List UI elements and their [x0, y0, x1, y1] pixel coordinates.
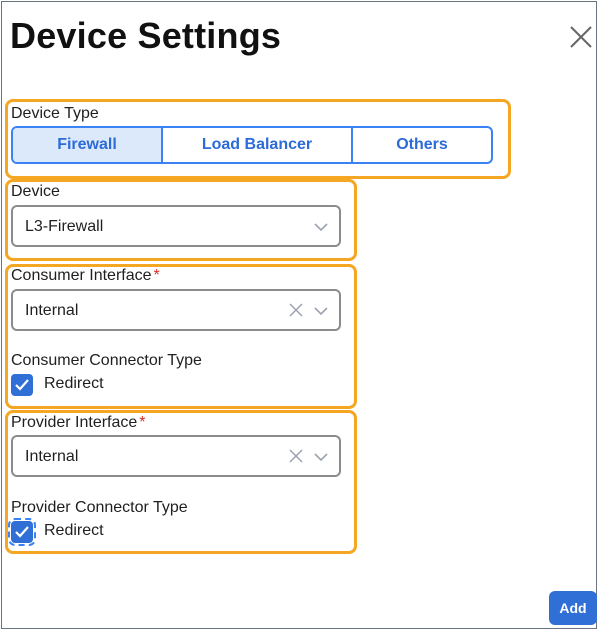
device-type-load-balancer[interactable]: Load Balancer: [161, 128, 351, 162]
dialog-title: Device Settings: [10, 15, 282, 56]
consumer-interface-select[interactable]: Internal: [11, 289, 341, 331]
chevron-down-icon: [314, 307, 328, 316]
device-type-label: Device Type: [11, 105, 99, 122]
device-type-others[interactable]: Others: [351, 128, 491, 162]
device-type-segmented-control: Firewall Load Balancer Others: [11, 126, 493, 164]
device-select-value: L3-Firewall: [25, 218, 104, 235]
consumer-redirect-label[interactable]: Redirect: [44, 375, 104, 393]
clear-icon[interactable]: [289, 303, 303, 317]
device-type-firewall[interactable]: Firewall: [13, 128, 161, 162]
provider-redirect-checkbox[interactable]: [8, 518, 36, 546]
add-button[interactable]: Add: [549, 591, 597, 625]
chevron-down-icon: [314, 453, 328, 462]
required-asterisk: *: [139, 414, 146, 431]
provider-redirect-label[interactable]: Redirect: [44, 522, 104, 540]
check-icon: [15, 379, 29, 391]
provider-connector-type-label: Provider Connector Type: [11, 499, 188, 516]
provider-interface-select[interactable]: Internal: [11, 435, 341, 477]
consumer-redirect-checkbox[interactable]: [11, 374, 33, 396]
consumer-interface-label: Consumer Interface *: [11, 267, 160, 284]
required-asterisk: *: [153, 267, 160, 284]
consumer-connector-type-label: Consumer Connector Type: [11, 352, 202, 369]
clear-icon[interactable]: [289, 449, 303, 463]
check-icon: [15, 526, 29, 538]
provider-interface-label: Provider Interface *: [11, 414, 146, 431]
device-select[interactable]: L3-Firewall: [11, 205, 341, 247]
close-icon[interactable]: [568, 24, 594, 50]
device-label: Device: [11, 183, 60, 200]
consumer-interface-value: Internal: [25, 302, 79, 319]
device-settings-dialog: Device Settings Device Type Firewall Loa…: [1, 1, 597, 629]
chevron-down-icon: [314, 223, 328, 232]
provider-interface-value: Internal: [25, 448, 79, 465]
